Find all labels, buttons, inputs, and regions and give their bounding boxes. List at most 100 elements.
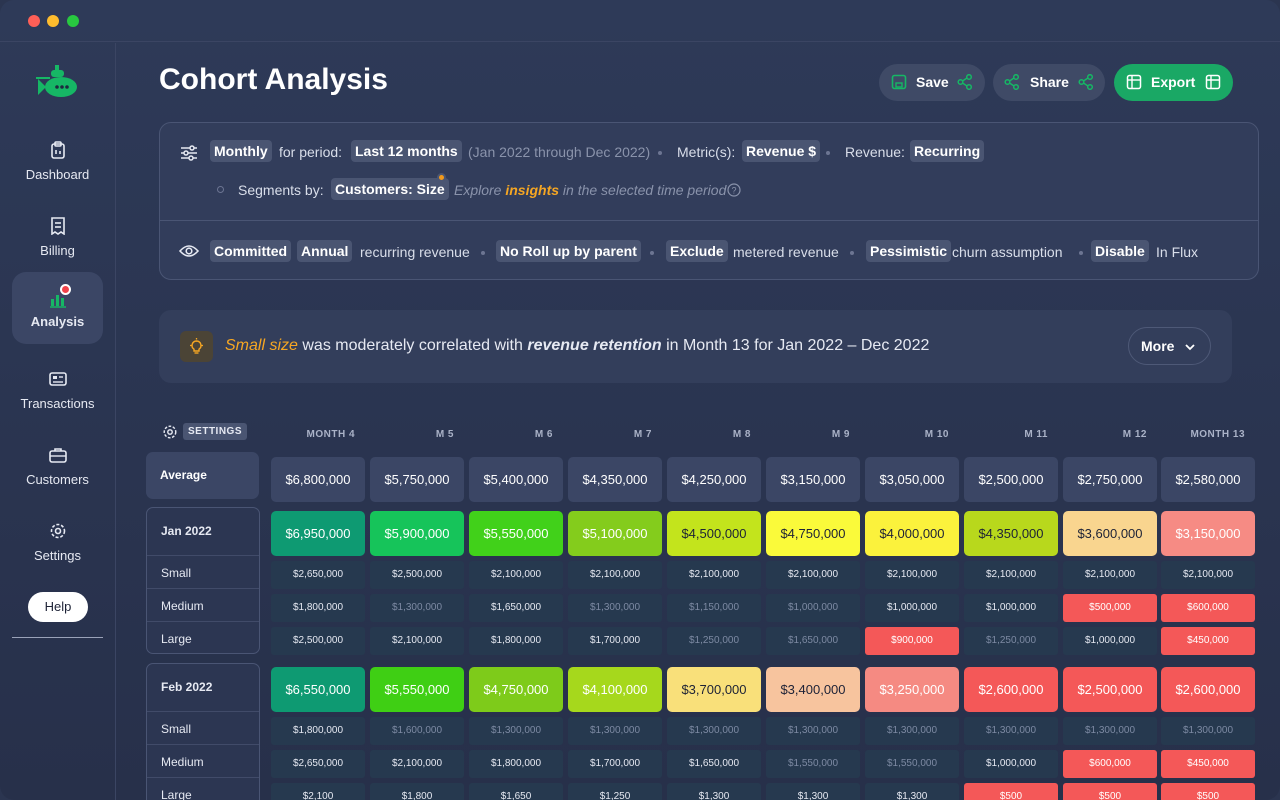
average-cell[interactable]: $2,750,000 [1063, 457, 1157, 502]
average-cell[interactable]: $3,050,000 [865, 457, 959, 502]
exclude-chip[interactable]: Exclude [666, 240, 728, 262]
interval-chip[interactable]: Monthly [210, 140, 272, 162]
cohort-cell[interactable]: $3,250,000 [865, 667, 959, 712]
segment-cell[interactable]: $1,300,000 [1161, 717, 1255, 745]
cohort-cell[interactable]: $4,750,000 [766, 511, 860, 556]
average-cell[interactable]: $6,800,000 [271, 457, 365, 502]
pessimistic-chip[interactable]: Pessimistic [866, 240, 952, 262]
insights-link[interactable]: insights [505, 182, 559, 198]
annual-chip[interactable]: Annual [297, 240, 353, 262]
segment-cell[interactable]: $1,600,000 [370, 717, 464, 745]
period-chip[interactable]: Last 12 months [351, 140, 462, 162]
cohort-cell[interactable]: $2,600,000 [1161, 667, 1255, 712]
segment-cell[interactable]: $2,100,000 [865, 561, 959, 589]
cohort-cell[interactable]: $3,400,000 [766, 667, 860, 712]
explore-insights-text[interactable]: Explore insights in the selected time pe… [454, 182, 726, 198]
segment-cell[interactable]: $1,650 [469, 783, 563, 800]
average-cell[interactable]: $5,400,000 [469, 457, 563, 502]
segment-cell[interactable]: $1,150,000 [667, 594, 761, 622]
cohort-cell[interactable]: $4,000,000 [865, 511, 959, 556]
sidebar-item-billing[interactable]: Billing [12, 201, 103, 273]
cohort-cell[interactable]: $6,950,000 [271, 511, 365, 556]
export-button[interactable]: Export [1114, 64, 1233, 101]
average-cell[interactable]: $2,500,000 [964, 457, 1058, 502]
segment-cell[interactable]: $1,000,000 [964, 594, 1058, 622]
segment-cell[interactable]: $1,300 [865, 783, 959, 800]
cohort-cell[interactable]: $2,600,000 [964, 667, 1058, 712]
segment-cell[interactable]: $1,250 [568, 783, 662, 800]
segment-cell[interactable]: $1,000,000 [964, 750, 1058, 778]
segment-cell[interactable]: $1,700,000 [568, 627, 662, 655]
segment-cell[interactable]: $1,300,000 [568, 717, 662, 745]
segment-cell[interactable]: $1,650,000 [766, 627, 860, 655]
segment-cell[interactable]: $1,300,000 [766, 717, 860, 745]
cohort-cell[interactable]: $5,900,000 [370, 511, 464, 556]
segment-cell[interactable]: $2,100,000 [469, 561, 563, 589]
segment-cell[interactable]: $1,800 [370, 783, 464, 800]
sidebar-item-dashboard[interactable]: Dashboard [12, 125, 103, 197]
segment-cell[interactable]: $1,000,000 [1063, 627, 1157, 655]
segment-cell[interactable]: $1,300 [766, 783, 860, 800]
average-cell[interactable]: $2,580,000 [1161, 457, 1255, 502]
segment-cell[interactable]: $600,000 [1063, 750, 1157, 778]
average-cell[interactable]: $4,250,000 [667, 457, 761, 502]
segment-cell[interactable]: $1,000,000 [865, 594, 959, 622]
segment-cell[interactable]: $600,000 [1161, 594, 1255, 622]
help-button[interactable]: Help [28, 592, 88, 622]
share-button[interactable]: Share [993, 64, 1105, 101]
segment-cell[interactable]: $1,800,000 [469, 627, 563, 655]
segment-cell[interactable]: $1,800,000 [271, 594, 365, 622]
segment-cell[interactable]: $500 [1161, 783, 1255, 800]
sidebar-item-customers[interactable]: Customers [12, 430, 103, 502]
segment-chip[interactable]: Customers: Size [331, 178, 449, 200]
segment-cell[interactable]: $2,100,000 [370, 750, 464, 778]
cohort-cell[interactable]: $4,350,000 [964, 511, 1058, 556]
disable-chip[interactable]: Disable [1091, 240, 1149, 262]
segment-cell[interactable]: $1,800,000 [271, 717, 365, 745]
segment-cell[interactable]: $2,100,000 [766, 561, 860, 589]
sidebar-item-analysis[interactable]: Analysis [12, 272, 103, 344]
segment-cell[interactable]: $2,650,000 [271, 750, 365, 778]
save-button[interactable]: Save [879, 64, 985, 101]
segment-cell[interactable]: $1,300,000 [469, 717, 563, 745]
segment-cell[interactable]: $2,100,000 [1161, 561, 1255, 589]
segment-cell[interactable]: $1,650,000 [469, 594, 563, 622]
average-cell[interactable]: $3,150,000 [766, 457, 860, 502]
segment-cell[interactable]: $2,500,000 [271, 627, 365, 655]
segment-cell[interactable]: $2,100,000 [568, 561, 662, 589]
segment-cell[interactable]: $1,550,000 [865, 750, 959, 778]
segment-cell[interactable]: $2,100,000 [667, 561, 761, 589]
rollup-chip[interactable]: No Roll up by parent [496, 240, 641, 262]
cohort-cell[interactable]: $4,750,000 [469, 667, 563, 712]
segment-cell[interactable]: $450,000 [1161, 627, 1255, 655]
segment-cell[interactable]: $1,650,000 [667, 750, 761, 778]
cohort-cell[interactable]: $2,500,000 [1063, 667, 1157, 712]
cohort-cell[interactable]: $4,500,000 [667, 511, 761, 556]
help-circle-icon[interactable]: ? [727, 183, 741, 197]
segment-cell[interactable]: $500 [964, 783, 1058, 800]
segment-cell[interactable]: $1,300,000 [865, 717, 959, 745]
cohort-cell[interactable]: $5,550,000 [469, 511, 563, 556]
segment-cell[interactable]: $1,300,000 [964, 717, 1058, 745]
segment-cell[interactable]: $1,800,000 [469, 750, 563, 778]
average-cell[interactable]: $5,750,000 [370, 457, 464, 502]
sliders-icon[interactable] [180, 144, 198, 162]
maximize-window-button[interactable] [67, 15, 79, 27]
cohort-cell[interactable]: $6,550,000 [271, 667, 365, 712]
cohort-cell[interactable]: $5,100,000 [568, 511, 662, 556]
segment-cell[interactable]: $2,100 [271, 783, 365, 800]
sidebar-item-settings[interactable]: Settings [12, 506, 103, 578]
segment-cell[interactable]: $1,300,000 [667, 717, 761, 745]
segment-cell[interactable]: $1,300,000 [370, 594, 464, 622]
segment-cell[interactable]: $1,300,000 [1063, 717, 1157, 745]
segment-cell[interactable]: $2,650,000 [271, 561, 365, 589]
segment-cell[interactable]: $1,300 [667, 783, 761, 800]
segment-cell[interactable]: $500,000 [1063, 594, 1157, 622]
segment-cell[interactable]: $500 [1063, 783, 1157, 800]
cohort-cell[interactable]: $3,700,000 [667, 667, 761, 712]
segment-cell[interactable]: $2,100,000 [1063, 561, 1157, 589]
eye-icon[interactable] [179, 243, 199, 259]
committed-chip[interactable]: Committed [210, 240, 292, 262]
segment-cell[interactable]: $1,000,000 [766, 594, 860, 622]
segment-cell[interactable]: $2,100,000 [370, 627, 464, 655]
